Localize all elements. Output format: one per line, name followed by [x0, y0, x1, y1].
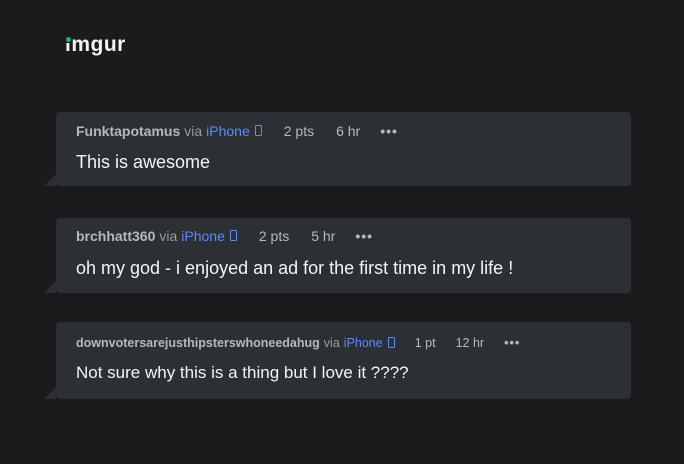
- logo-i-glyph: i: [64, 33, 73, 56]
- comment-timestamp: 6 hr: [336, 123, 361, 139]
- phone-icon: [387, 336, 395, 348]
- platform-link[interactable]: iPhone: [206, 123, 250, 139]
- comment-points[interactable]: 1 pt: [415, 336, 436, 350]
- comment-text: oh my god - i enjoyed an ad for the firs…: [76, 258, 514, 278]
- phone-icon: [229, 229, 237, 241]
- comment-timestamp: 12 hr: [455, 336, 485, 350]
- comment-author-link[interactable]: Funktapotamus: [76, 123, 180, 139]
- comment-author-link[interactable]: brchhatt360: [76, 228, 155, 244]
- comment-card: brchhatt360 via iPhone 2 pts 5 hr ••• oh…: [44, 218, 631, 293]
- comment-card: Funktapotamus via iPhone 2 pts 6 hr ••• …: [44, 112, 631, 186]
- comment-author-link[interactable]: downvotersarejusthipsterswhoneedahug: [76, 336, 320, 350]
- phone-icon: [254, 124, 262, 136]
- platform-link[interactable]: iPhone: [181, 228, 225, 244]
- logo-text: mgur: [71, 33, 126, 56]
- comment-points[interactable]: 2 pts: [259, 228, 289, 244]
- via-label: via: [323, 336, 340, 350]
- via-label: via: [159, 228, 178, 244]
- comment-meta: brchhatt360 via iPhone 2 pts 5 hr •••: [76, 228, 373, 244]
- comment-text: Not sure why this is a thing but I love …: [76, 363, 409, 382]
- logo-accent-dot: [65, 37, 71, 42]
- platform-link[interactable]: iPhone: [344, 336, 383, 350]
- comment-meta: downvotersarejusthipsterswhoneedahug via…: [76, 336, 520, 350]
- more-options-icon[interactable]: •••: [355, 228, 373, 244]
- imgur-logo[interactable]: i mgur: [64, 32, 126, 58]
- more-options-icon[interactable]: •••: [504, 336, 520, 350]
- comment-timestamp: 5 hr: [311, 228, 336, 244]
- page: i mgur Funktapotamus via iPhone 2 pts 6 h…: [0, 0, 684, 464]
- comment-meta: Funktapotamus via iPhone 2 pts 6 hr •••: [76, 123, 398, 139]
- comment-points[interactable]: 2 pts: [284, 123, 314, 139]
- via-label: via: [184, 123, 203, 139]
- comment-card: downvotersarejusthipsterswhoneedahug via…: [44, 322, 631, 399]
- more-options-icon[interactable]: •••: [380, 123, 398, 139]
- comment-text: This is awesome: [76, 152, 211, 172]
